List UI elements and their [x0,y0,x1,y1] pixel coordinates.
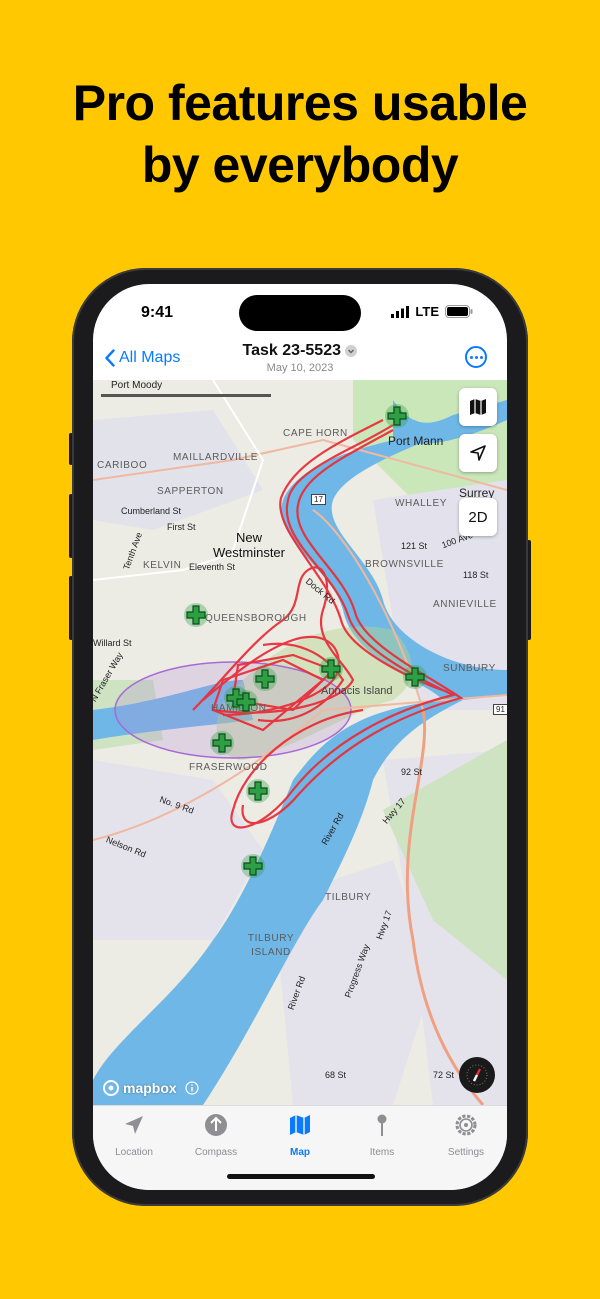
tab-items-label: Items [369,1147,395,1158]
tab-settings[interactable]: Settings [425,1112,507,1158]
chevron-down-icon [345,344,358,357]
tab-compass-label: Compass [194,1147,238,1158]
task-title: Task 23-5523 [242,342,341,359]
waypoint-marker[interactable] [233,689,259,715]
map-label-port-moody: Port Moody [111,380,163,391]
waypoint-marker[interactable] [183,602,209,628]
map-label-92st: 92 St [401,767,423,777]
map-label-sunbury: SUNBURY [443,663,496,674]
map-label-68st: 68 St [325,1070,347,1080]
location-arrow-icon [470,445,486,461]
home-indicator [227,1174,375,1179]
map-label-first-st: First St [167,522,196,532]
waypoint-marker[interactable] [245,778,271,804]
compass-needle-icon [466,1064,488,1086]
waypoint-marker[interactable] [318,656,344,682]
map-label-queensborough: QUEENSBOROUGH [205,613,307,624]
mapbox-logo-icon [103,1080,119,1096]
headline: Pro features usable by everybody [0,72,600,196]
map-icon [470,399,486,415]
map-label-whalley: WHALLEY [395,498,447,509]
map-style-button[interactable] [459,388,497,426]
map-label-hwy17c: 17 [311,494,326,505]
map-label-72st: 72 St [433,1070,455,1080]
back-button[interactable]: All Maps [105,349,180,367]
locate-me-button[interactable] [459,434,497,472]
headline-line-1: Pro features usable [72,75,528,131]
waypoint-marker[interactable] [209,730,235,756]
info-icon[interactable] [185,1081,199,1095]
status-time: 9:41 [141,304,174,321]
tab-location[interactable]: Location [93,1112,175,1158]
status-icons: LTE [391,304,473,319]
view-mode-2d-button[interactable]: 2D [459,498,497,536]
tab-items[interactable]: Items [341,1112,423,1158]
map-label-121st: 121 St [401,541,428,551]
gear-icon [455,1114,477,1136]
map-label-port-mann: Port Mann [388,434,444,448]
more-options-button[interactable] [465,346,487,368]
map-label-kelvin: KELVIN [143,560,182,571]
waypoint-marker[interactable] [240,853,266,879]
map-label-annieville: ANNIEVILLE [433,599,497,610]
pin-icon [377,1114,387,1136]
map-label-eleventh: Eleventh St [189,562,236,572]
map-label-118st: 118 St [463,570,489,580]
dynamic-island [239,295,361,331]
scale-bar [101,394,271,397]
signal-icon [391,305,410,318]
map-label-new-westminster: New Westminster [213,530,285,560]
tab-compass[interactable]: Compass [175,1112,257,1158]
location-arrow-icon [125,1116,143,1134]
battery-icon [445,305,473,318]
tab-location-label: Location [115,1147,153,1158]
compass-icon [205,1114,227,1136]
map-label-cumberland: Cumberland St [121,506,182,516]
map-label-annacis: Annacis Island [321,685,393,697]
tab-map[interactable]: Map [259,1112,341,1158]
map-label-fraserwood: FRASERWOOD [189,762,268,773]
map-label-maillardville: MAILLARDVILLE [173,452,259,463]
map-label-cariboo: CARIBOO [97,460,148,471]
chevron-left-icon [105,349,115,367]
navigation-bar: Task 23-5523 May 10, 2023 All Maps [93,340,507,380]
compass-button[interactable] [459,1057,495,1093]
map-icon [290,1115,310,1135]
map-view[interactable]: Port Moody CAPE HORN Port Mann MAILLARDV… [93,380,507,1105]
phone-screen: 9:41 LTE Task 23-5523 May 10, 2023 All M… [93,284,507,1190]
map-label-cape-horn: CAPE HORN [283,428,348,439]
tab-settings-label: Settings [447,1147,485,1158]
map-label-hwy91: 91 [493,704,507,715]
mapbox-attribution[interactable]: mapbox [103,1080,199,1096]
network-type: LTE [415,304,439,319]
mapbox-label: mapbox [123,1080,177,1096]
waypoint-marker[interactable] [384,403,410,429]
map-label-tilbury: TILBURY [325,892,372,903]
map-label-sapperton: SAPPERTON [157,486,224,497]
map-label-willard: Willard St [93,638,132,648]
tab-map-label: Map [290,1147,310,1158]
map-label-brownsville: BROWNSVILLE [365,559,444,570]
tab-bar: Location Compass Map Items Settings [93,1105,507,1190]
waypoint-marker[interactable] [402,664,428,690]
map-label-tilbury-island: TILBURY ISLAND [247,933,295,958]
headline-line-2: by everybody [141,137,459,193]
back-label: All Maps [119,349,181,366]
